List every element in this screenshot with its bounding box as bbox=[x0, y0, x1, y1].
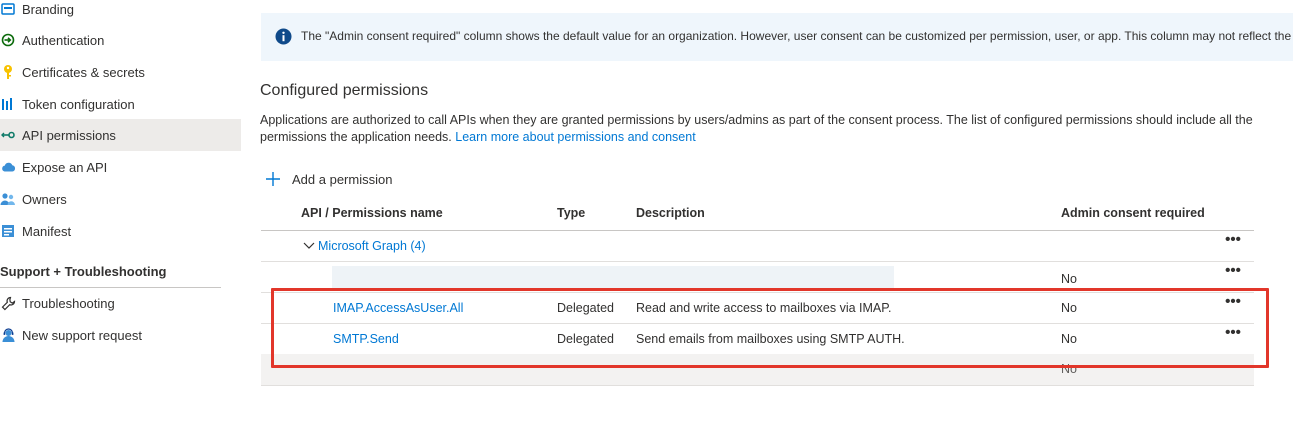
page-description: Applications are authorized to call APIs… bbox=[260, 112, 1260, 146]
header-type: Type bbox=[557, 206, 586, 220]
sidebar-item-label: New support request bbox=[22, 327, 142, 343]
partial-table-row: No bbox=[261, 354, 1254, 386]
sidebar-item-authentication[interactable]: Authentication bbox=[0, 24, 241, 56]
table-row: IMAP.AccessAsUser.All Delegated Read and… bbox=[261, 293, 1254, 324]
sidebar-item-new-support-request[interactable]: New support request bbox=[0, 319, 241, 351]
plus-icon bbox=[264, 170, 282, 188]
admin-consent-value: No bbox=[1061, 332, 1077, 346]
permission-description: Read and write access to mailboxes via I… bbox=[636, 301, 892, 315]
permission-type: Delegated bbox=[557, 332, 614, 346]
token-bars-icon bbox=[0, 96, 16, 112]
sidebar-section-title: Support + Troubleshooting bbox=[0, 262, 221, 288]
header-description: Description bbox=[636, 206, 705, 220]
permission-type: Delegated bbox=[557, 301, 614, 315]
permission-description: Send emails from mailboxes using SMTP AU… bbox=[636, 332, 905, 346]
admin-consent-value: No bbox=[1061, 301, 1077, 315]
wrench-icon bbox=[0, 295, 16, 311]
sidebar-item-label: API permissions bbox=[22, 127, 116, 143]
redacted-permission bbox=[332, 266, 894, 288]
sidebar-item-expose-api[interactable]: Expose an API bbox=[0, 151, 241, 183]
api-permissions-icon bbox=[0, 127, 16, 143]
banner-text: The "Admin consent required" column show… bbox=[301, 29, 1293, 43]
header-permission-name: API / Permissions name bbox=[301, 206, 443, 220]
sidebar-item-label: Troubleshooting bbox=[22, 295, 115, 311]
sidebar-item-api-permissions[interactable]: API permissions bbox=[0, 119, 241, 151]
info-banner: The "Admin consent required" column show… bbox=[261, 13, 1293, 61]
more-options-icon[interactable]: ••• bbox=[1222, 325, 1244, 344]
sidebar-item-label: Expose an API bbox=[22, 159, 108, 175]
table-header-row: API / Permissions name Type Description … bbox=[261, 198, 1254, 231]
cloud-icon bbox=[0, 159, 16, 175]
header-admin-consent: Admin consent required bbox=[1061, 206, 1205, 220]
group-label: Microsoft Graph (4) bbox=[318, 239, 426, 253]
group-row-microsoft-graph: Microsoft Graph (4) ••• bbox=[261, 231, 1254, 262]
more-options-icon[interactable]: ••• bbox=[1222, 232, 1244, 251]
sidebar-item-label: Certificates & secrets bbox=[22, 64, 145, 80]
chevron-down-icon bbox=[303, 239, 315, 253]
info-icon bbox=[275, 28, 292, 45]
key-icon bbox=[0, 64, 16, 80]
sidebar-item-label: Manifest bbox=[22, 223, 72, 239]
sidebar-item-manifest[interactable]: Manifest bbox=[0, 215, 241, 247]
sidebar: Branding Authentication Certificates & s… bbox=[0, 0, 241, 432]
add-permission-button[interactable]: Add a permission bbox=[264, 168, 392, 190]
learn-more-link[interactable]: Learn more about permissions and consent bbox=[455, 130, 695, 144]
admin-consent-value: No bbox=[1061, 272, 1077, 286]
branding-icon bbox=[0, 1, 16, 17]
sidebar-item-label: Branding bbox=[22, 1, 75, 17]
add-permission-label: Add a permission bbox=[292, 171, 393, 187]
sidebar-item-label: Authentication bbox=[22, 32, 105, 48]
sidebar-item-branding[interactable]: Branding bbox=[0, 0, 241, 25]
sidebar-item-owners[interactable]: Owners bbox=[0, 183, 241, 215]
more-options-icon[interactable]: ••• bbox=[1222, 263, 1244, 282]
admin-consent-value: No bbox=[1061, 362, 1077, 376]
sidebar-item-label: Owners bbox=[22, 191, 67, 207]
sidebar-item-certificates[interactable]: Certificates & secrets bbox=[0, 56, 241, 88]
sidebar-item-troubleshooting[interactable]: Troubleshooting bbox=[0, 287, 241, 319]
table-row: No ••• bbox=[261, 262, 1254, 293]
permission-name-link[interactable]: IMAP.AccessAsUser.All bbox=[333, 301, 463, 315]
permission-name-link[interactable]: SMTP.Send bbox=[333, 332, 399, 346]
table-row: SMTP.Send Delegated Send emails from mai… bbox=[261, 324, 1254, 355]
owners-icon bbox=[0, 191, 16, 207]
more-options-icon[interactable]: ••• bbox=[1222, 294, 1244, 313]
sidebar-item-label: Token configuration bbox=[22, 96, 135, 112]
group-toggle[interactable]: Microsoft Graph (4) bbox=[303, 239, 426, 253]
app-root: Branding Authentication Certificates & s… bbox=[0, 0, 1293, 432]
page-title: Configured permissions bbox=[260, 82, 429, 99]
sidebar-item-token-configuration[interactable]: Token configuration bbox=[0, 88, 241, 120]
authentication-icon bbox=[0, 32, 16, 48]
manifest-icon bbox=[0, 223, 16, 239]
description-text: Applications are authorized to call APIs… bbox=[260, 113, 1253, 144]
support-person-icon bbox=[0, 327, 16, 343]
